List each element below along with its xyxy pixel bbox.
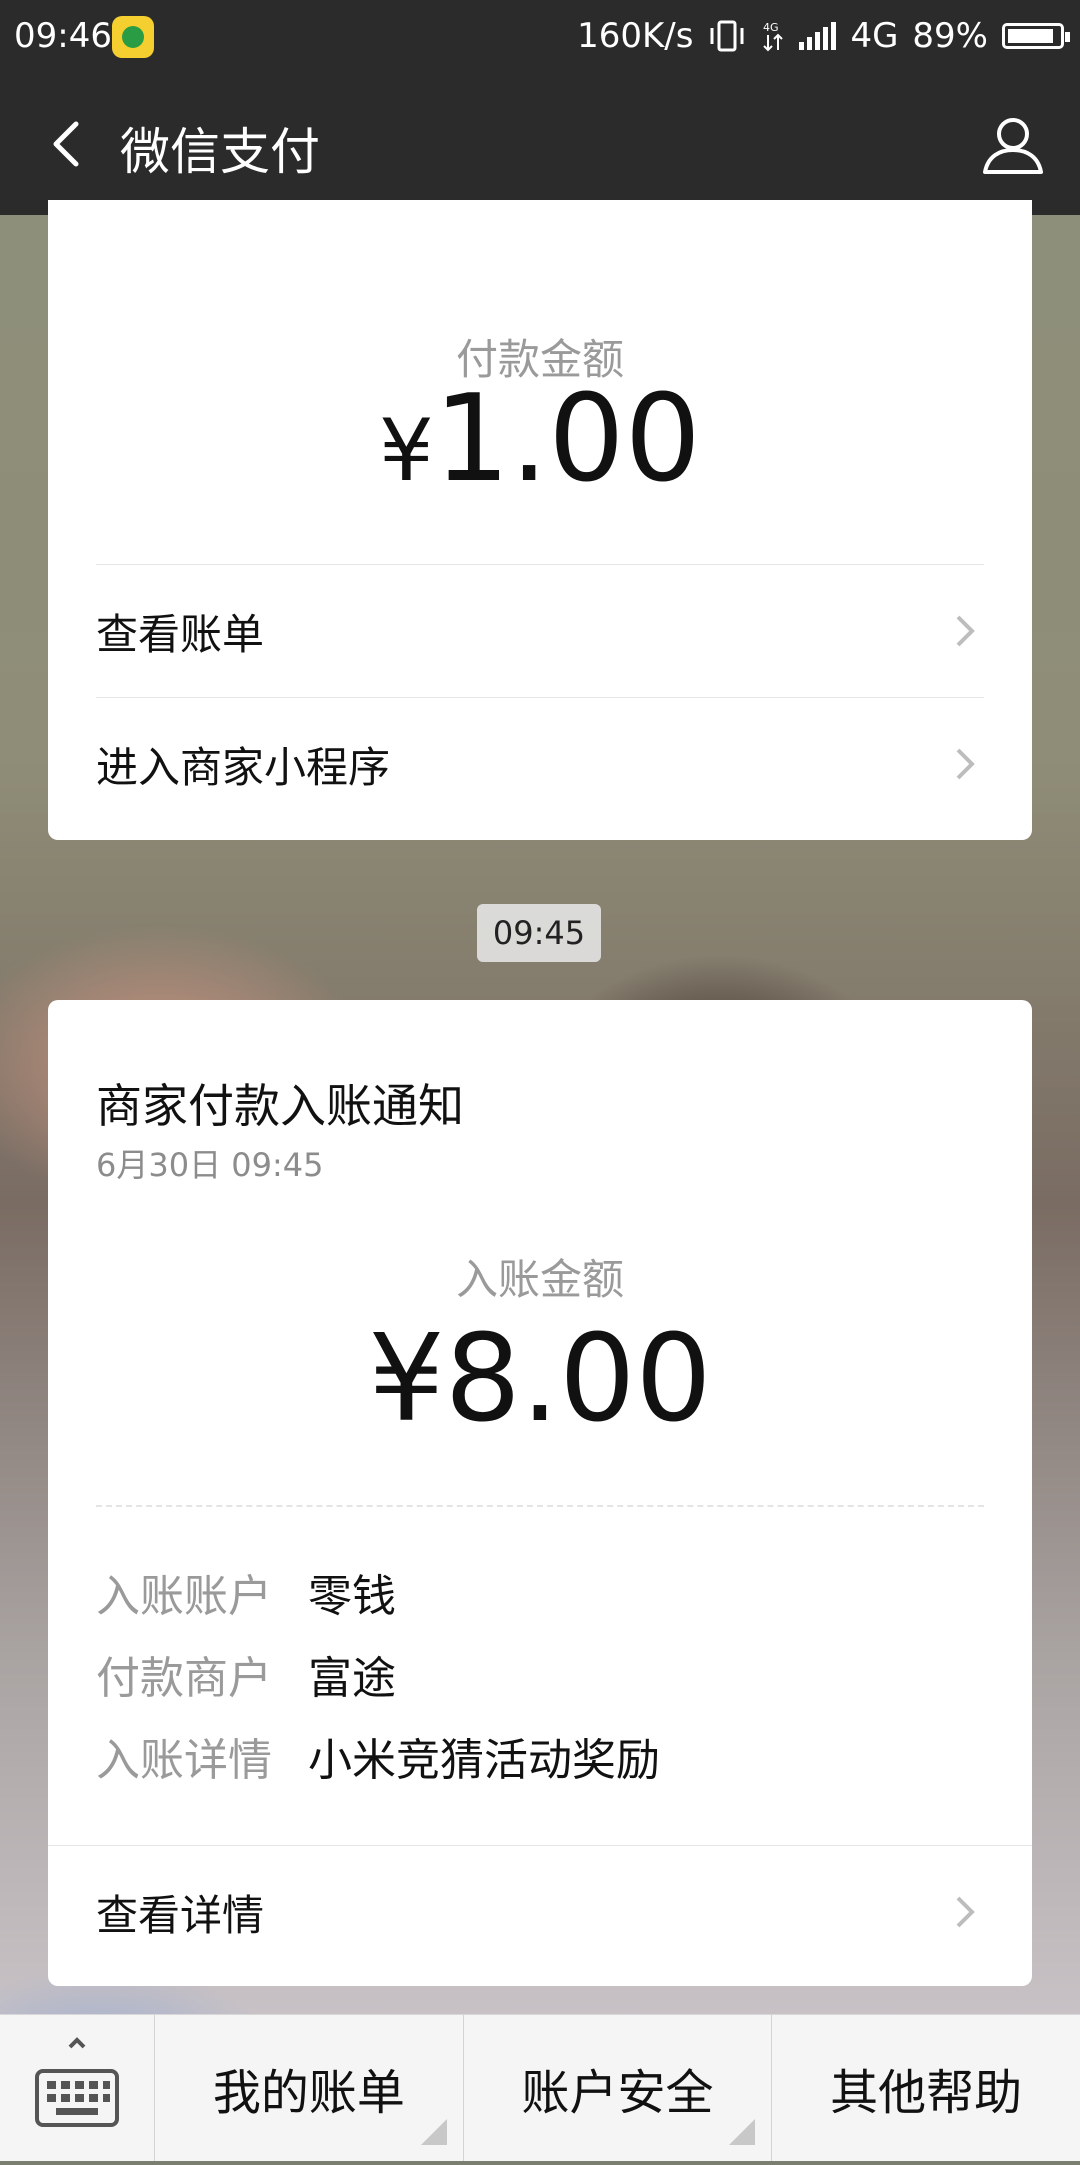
signal-icon (799, 22, 837, 50)
payment-amount: ¥1.00 (48, 370, 1032, 509)
detail-value: 富途 (308, 1653, 396, 1704)
status-time: 09:46 (14, 16, 112, 56)
detail-row: 入账账户 零钱 (96, 1560, 396, 1624)
vibrate-icon (710, 20, 744, 52)
income-notice-card[interactable]: 商家付款入账通知 6月30日 09:45 入账金额 ¥8.00 入账账户 零钱 … (48, 1000, 1032, 1986)
menu-label: 其他帮助 (830, 2065, 1023, 2121)
merchant-miniprogram-row[interactable]: 进入商家小程序 (96, 697, 984, 831)
data-arrows-icon: 4G (763, 21, 784, 52)
notice-date: 6月30日 09:45 (96, 1146, 324, 1184)
net-speed: 160K/s (577, 16, 694, 56)
network-type: 4G (850, 16, 899, 56)
detail-value: 零钱 (308, 1571, 396, 1622)
menu-my-bills[interactable]: 我的账单 (155, 2015, 464, 2161)
chevron-right-icon (956, 748, 975, 780)
notice-title: 商家付款入账通知 (96, 1079, 464, 1133)
battery-percent: 89% (912, 16, 988, 56)
bottom-menu-bar: 我的账单 账户安全 其他帮助 (0, 2014, 1080, 2161)
detail-key: 入账账户 (96, 1571, 272, 1622)
view-details-label: 查看详情 (96, 1891, 265, 1940)
menu-account-security[interactable]: 账户安全 (464, 2015, 773, 2161)
currency-symbol: ¥ (368, 1310, 445, 1449)
income-amount: ¥8.00 (48, 1310, 1032, 1449)
back-arrow-icon[interactable] (40, 114, 100, 174)
detail-row: 付款商户 富途 (96, 1642, 396, 1706)
user-profile-icon[interactable] (980, 112, 1046, 178)
menu-label: 我的账单 (212, 2065, 405, 2121)
view-bill-row[interactable]: 查看账单 (96, 564, 984, 698)
detail-key: 入账详情 (96, 1735, 272, 1786)
income-amount-label: 入账金额 (455, 1255, 624, 1304)
divider (96, 1505, 984, 1507)
detail-value: 小米竞猜活动奖励 (308, 1735, 660, 1786)
payment-amount-value: 1.00 (433, 370, 701, 509)
view-bill-label: 查看账单 (96, 610, 265, 659)
payment-card: 付款金额 ¥1.00 查看账单 进入商家小程序 (48, 200, 1032, 840)
submenu-indicator-icon (729, 2119, 756, 2145)
menu-label: 账户安全 (521, 2065, 714, 2121)
view-details-row[interactable]: 查看详情 (48, 1845, 1032, 1979)
svg-text:4G: 4G (763, 21, 779, 34)
battery-icon (1002, 23, 1070, 49)
message-time-chip: 09:45 (477, 904, 601, 962)
detail-row: 入账详情 小米竞猜活动奖励 (96, 1724, 660, 1788)
nav-bar: 微信支付 (0, 74, 1080, 215)
menu-other-help[interactable]: 其他帮助 (772, 2015, 1080, 2161)
income-amount-value: 8.00 (444, 1310, 712, 1449)
app-notification-icon (112, 16, 154, 58)
merchant-miniprogram-label: 进入商家小程序 (96, 743, 391, 792)
keyboard-icon (35, 2037, 119, 2127)
submenu-indicator-icon (420, 2119, 447, 2145)
chevron-right-icon (956, 615, 975, 647)
page-title: 微信支付 (120, 123, 320, 181)
chevron-right-icon (956, 1896, 975, 1928)
currency-symbol: ¥ (379, 401, 434, 501)
status-bar: 09:46 160K/s 4G 4G 89% (0, 0, 1080, 74)
keyboard-toggle-button[interactable] (0, 2015, 155, 2161)
detail-key: 付款商户 (96, 1653, 272, 1704)
